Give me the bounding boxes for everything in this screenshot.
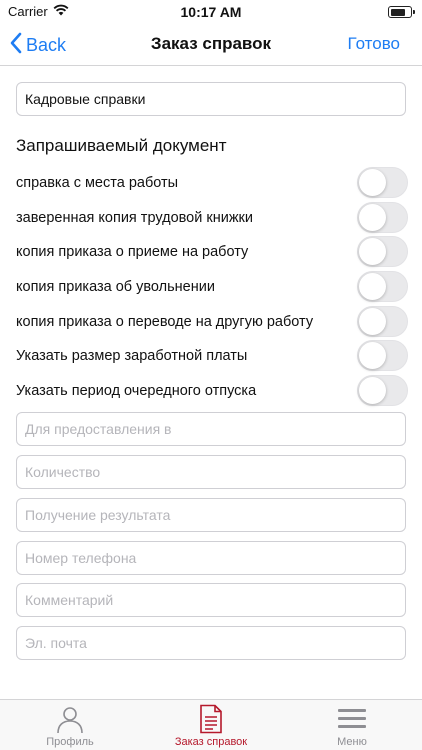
- toggle-switch[interactable]: [357, 202, 408, 233]
- tab-bar: Профиль Заказ справок Меню: [0, 699, 422, 750]
- recipient-field[interactable]: [16, 412, 406, 446]
- battery-icon: [388, 6, 415, 18]
- status-time: 10:17 AM: [180, 4, 242, 20]
- toggle-row: справка с места работы: [16, 167, 408, 198]
- tab-menu[interactable]: Меню: [282, 700, 422, 750]
- toggle-switch[interactable]: [357, 271, 408, 302]
- toggle-label: заверенная копия трудовой книжки: [16, 210, 253, 226]
- toggle-row: копия приказа о приеме на работу: [16, 236, 408, 267]
- switch-knob: [359, 204, 386, 231]
- toggle-label: Указать размер заработной платы: [16, 348, 248, 364]
- status-bar: Carrier 10:17 AM: [0, 0, 422, 24]
- toggle-label: копия приказа о приеме на работу: [16, 244, 249, 260]
- form-content: Кадровые справки Запрашиваемый документ …: [0, 67, 422, 699]
- email-field[interactable]: [16, 626, 406, 660]
- toggle-row: Указать период очередного отпуска: [16, 375, 408, 406]
- tab-certificates[interactable]: Заказ справок: [141, 700, 281, 750]
- toggle-switch[interactable]: [357, 340, 408, 371]
- quantity-field[interactable]: [16, 455, 406, 489]
- switch-knob: [359, 308, 386, 335]
- toggle-row: Указать размер заработной платы: [16, 340, 408, 371]
- switch-knob: [359, 273, 386, 300]
- toggle-row: копия приказа об увольнении: [16, 271, 408, 302]
- section-title: Запрашиваемый документ: [16, 136, 227, 155]
- toggle-label: копия приказа об увольнении: [16, 279, 215, 295]
- comment-field[interactable]: [16, 583, 406, 617]
- battery-fill: [390, 8, 405, 16]
- toggle-switch[interactable]: [357, 306, 408, 337]
- switch-knob: [359, 169, 386, 196]
- toggle-label: Указать период очередного отпуска: [16, 383, 257, 399]
- toggle-label: справка с места работы: [16, 175, 179, 191]
- menu-icon: [337, 704, 367, 739]
- phone-field[interactable]: [16, 541, 406, 575]
- toggle-switch[interactable]: [357, 236, 408, 267]
- toggle-switch[interactable]: [357, 375, 408, 406]
- switch-knob: [359, 238, 386, 265]
- result-delivery-field[interactable]: [16, 498, 406, 532]
- tab-label: Заказ справок: [174, 736, 248, 748]
- switch-knob: [359, 342, 386, 369]
- toggle-label: копия приказа о переводе на другую работ…: [16, 314, 314, 330]
- tab-label: Профиль: [46, 736, 94, 748]
- tab-profile[interactable]: Профиль: [0, 700, 140, 750]
- certificate-type-select[interactable]: Кадровые справки: [16, 82, 406, 116]
- person-icon: [55, 704, 85, 739]
- toggle-switch[interactable]: [357, 167, 408, 198]
- toggle-row: копия приказа о переводе на другую работ…: [16, 306, 408, 337]
- switch-knob: [359, 377, 386, 404]
- done-button[interactable]: Готово: [348, 34, 401, 54]
- document-icon: [198, 704, 224, 739]
- tab-label: Меню: [337, 736, 367, 748]
- toggle-row: заверенная копия трудовой книжки: [16, 202, 408, 233]
- navigation-bar: Back Заказ справок Готово: [0, 24, 422, 66]
